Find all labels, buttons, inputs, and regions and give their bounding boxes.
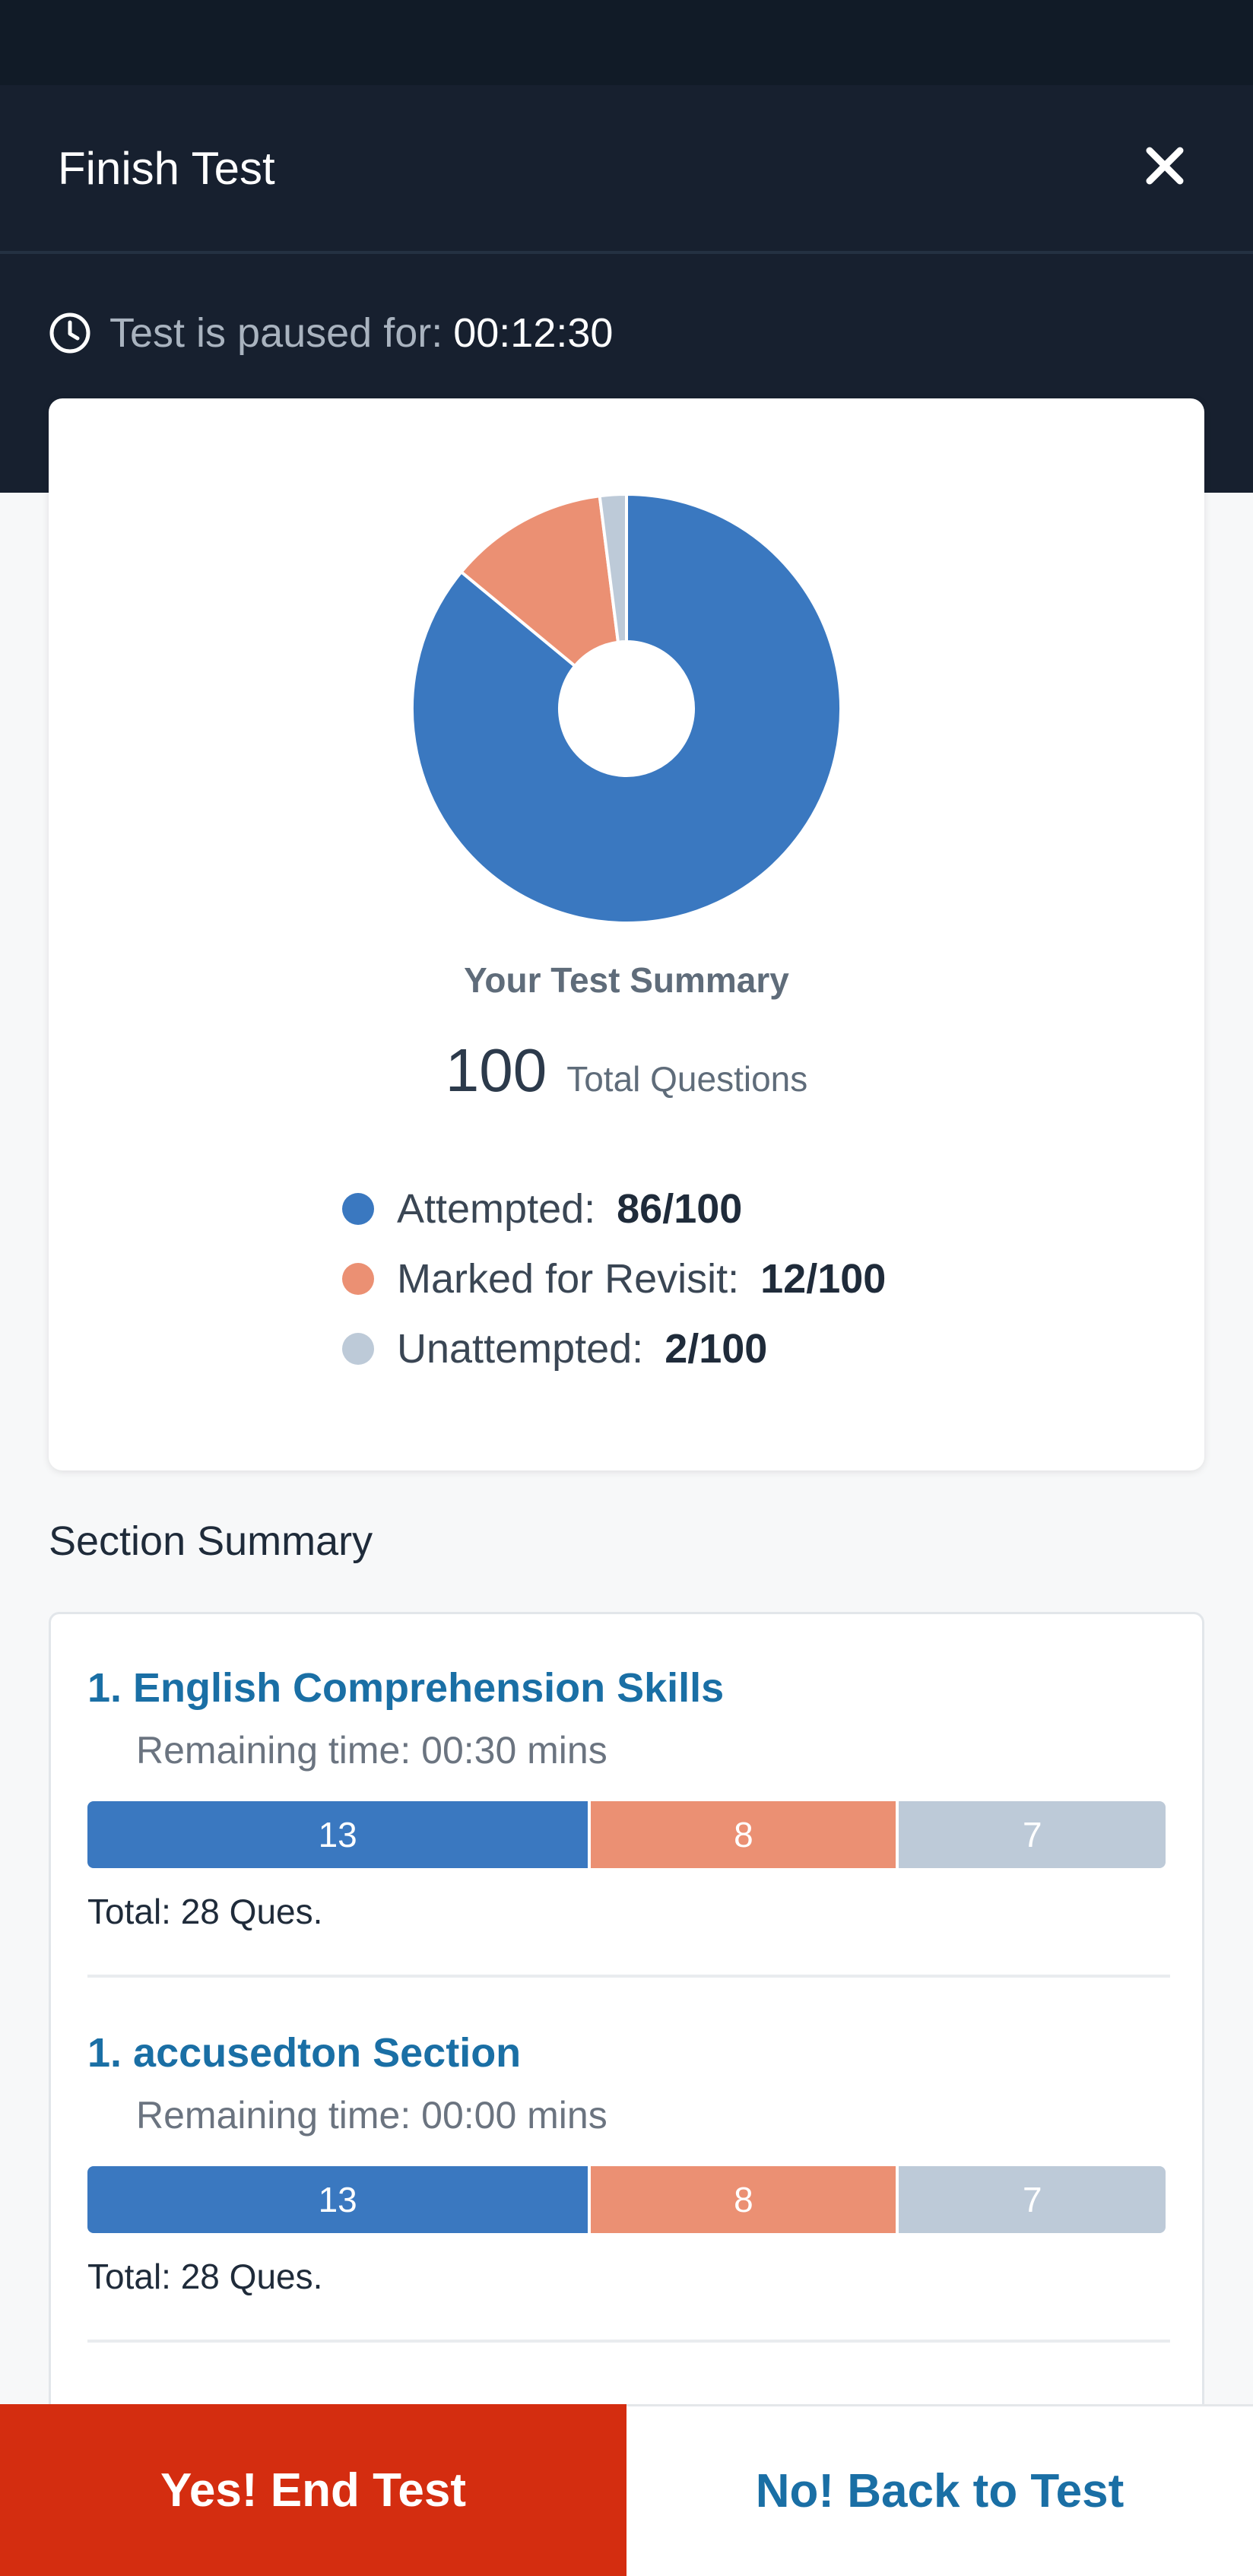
section-progress-bar: 13 8 7 [87,2166,1166,2233]
unattempted-segment: 7 [896,1801,1166,1868]
legend-revisit: Marked for Revisit: 12/100 [342,1244,886,1314]
section-name[interactable]: 1. accusedton Section [87,2029,1170,2076]
total-number: 100 [445,1036,547,1104]
legend-value: 2/100 [665,1326,768,1372]
total-questions: 100 Total Questions [49,1036,1204,1106]
unattempted-segment: 7 [896,2166,1166,2233]
summary-legend: Attempted: 86/100 Marked for Revisit: 12… [342,1174,886,1384]
summary-donut-chart [411,493,842,925]
legend-attempted: Attempted: 86/100 [342,1174,886,1244]
legend-unattempted: Unattempted: 2/100 [342,1314,886,1384]
test-summary-card: Your Test Summary 100 Total Questions At… [49,398,1204,1470]
attempted-segment: 13 [87,1801,588,1868]
section-total: Total: 28 Ques. [87,2257,323,2296]
legend-label: Attempted: [397,1186,596,1232]
paused-time: 00:12:30 [453,310,614,356]
paused-timer: Test is paused for: 00:12:30 [49,301,613,365]
section-name[interactable]: 1. English Comprehension Skills [87,1664,1170,1712]
section-summary-heading: Section Summary [49,1518,373,1564]
end-test-button[interactable]: Yes! End Test [0,2404,626,2576]
back-to-test-button[interactable]: No! Back to Test [626,2404,1253,2576]
legend-label: Unattempted: [397,1326,644,1372]
attempted-dot [342,1193,374,1225]
legend-value: 86/100 [617,1186,743,1232]
section-remaining-time: Remaining time: 00:30 mins [136,1729,607,1772]
section-remaining-time: Remaining time: 00:00 mins [136,2094,607,2137]
close-icon [1146,147,1184,185]
close-button[interactable] [1134,135,1195,196]
section-total: Total: 28 Ques. [87,1892,323,1931]
paused-label: Test is paused for: [109,310,443,356]
revisit-segment: 8 [588,2166,896,2233]
legend-label: Marked for Revisit: [397,1256,740,1302]
summary-title: Your Test Summary [464,960,789,1000]
legend-value: 12/100 [760,1256,887,1302]
section-item: 1. accusedton Section Remaining time: 00… [87,2029,1170,2297]
unattempted-dot [342,1333,374,1365]
revisit-segment: 8 [588,1801,896,1868]
attempted-segment: 13 [87,2166,588,2233]
status-bar [0,0,1253,85]
modal-header: Finish Test [0,85,1253,254]
section-item: 1. English Comprehension Skills Remainin… [87,1664,1170,1932]
section-divider [87,1975,1170,1978]
section-divider [87,2340,1170,2343]
clock-icon [49,312,90,354]
revisit-dot [342,1263,374,1295]
total-label: Total Questions [566,1059,808,1099]
section-progress-bar: 13 8 7 [87,1801,1166,1868]
page-title: Finish Test [58,143,275,194]
